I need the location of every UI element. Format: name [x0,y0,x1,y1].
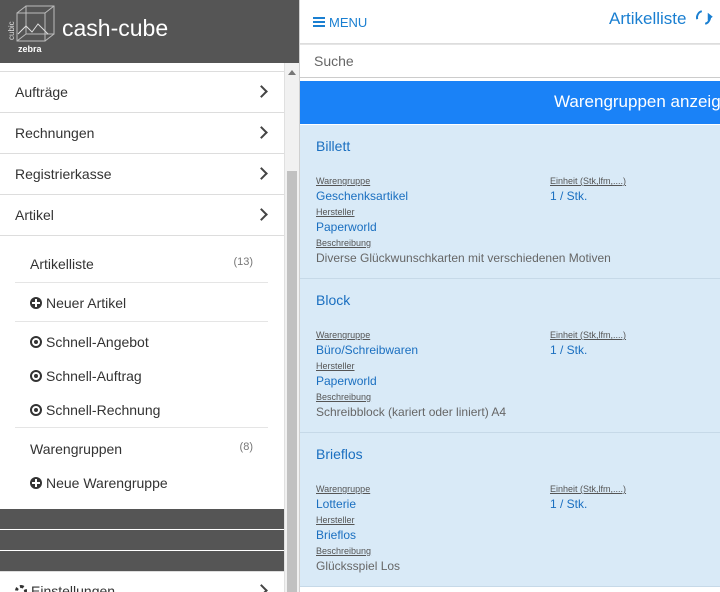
group-label: Warengruppe [316,484,371,494]
article-name: Brieflos [316,446,363,462]
sidebar-item-einstellungen[interactable]: Einstellungen [0,571,284,592]
submenu-item-label: Neuer Artikel [46,295,127,311]
maker-label: Hersteller [316,207,355,217]
group-value: Büro/Schreibwaren [316,343,419,357]
unit-label: Einheit (Stk,lfm,....) [550,176,627,186]
description-value: Schreibblock (kariert oder liniert) A4 [316,405,507,419]
submenu-item-label: Schnell-Rechnung [46,402,161,418]
description-label: Beschreibung [316,392,372,402]
maker-value: Paperworld [316,374,377,388]
refresh-icon[interactable] [693,7,714,28]
description-value: Glücksspiel Los [316,559,401,573]
chevron-right-icon [255,208,268,221]
submenu-item-label: Neue Warengruppe [46,475,168,491]
app-name: cash-cube [62,15,169,41]
unit-value: 1 / Stk. [550,497,588,511]
description-value: Diverse Glückwunschkarten mit verschiede… [316,251,611,265]
sidebar-menu: Aufträge Rechnungen Registrierkasse Arti… [0,63,284,592]
submenu-item-neue-warengruppe[interactable]: Neue Warengruppe [15,463,268,497]
count-badge: (8) [239,441,253,453]
unit-value: 1 / Stk. [550,343,588,357]
description-label: Beschreibung [316,238,372,248]
maker-label: Hersteller [316,515,355,525]
sidebar-item-label: Artikel [15,207,54,223]
sidebar: cubic zebra cash-cube Aufträge Rechnunge… [0,0,299,592]
unit-value: 1 / Stk. [550,189,588,203]
count-badge: (13) [233,256,253,268]
submenu-item-schnell-auftrag[interactable]: Schnell-Auftrag [15,356,268,390]
menu-button[interactable]: MENU [313,11,367,33]
submenu-item-label: Artikelliste [30,256,94,272]
sidebar-scrollbar[interactable] [284,63,299,592]
hamburger-icon [313,17,325,27]
sidebar-item-label: Einstellungen [31,583,116,592]
unit-label: Einheit (Stk,lfm,....) [550,330,627,340]
sidebar-item-rechnungen[interactable]: Rechnungen [0,112,284,153]
group-label: Warengruppe [316,176,371,186]
submenu-item-warengruppen[interactable]: Warengruppen (8) [15,429,268,463]
scrollbar-thumb[interactable] [287,171,297,592]
plus-circle-icon [30,477,42,489]
chevron-right-icon [255,85,268,98]
sidebar-divider [0,530,284,550]
dot-circle-icon [30,404,42,416]
sidebar-item-label: Aufträge [15,84,68,100]
show-groups-button[interactable]: Warengruppen anzeigen [300,81,720,124]
chevron-right-icon [255,167,268,180]
submenu-item-artikelliste[interactable]: Artikelliste (13) [15,244,268,283]
article-card[interactable]: Block Warengruppe Einheit (Stk,lfm,....)… [300,279,720,433]
page-title[interactable]: Artikelliste [609,8,686,30]
unit-label: Einheit (Stk,lfm,....) [550,484,627,494]
article-card[interactable]: Billett Warengruppe Einheit (Stk,lfm,...… [300,125,720,279]
scroll-up-icon[interactable] [288,70,296,75]
submenu-item-schnell-rechnung[interactable]: Schnell-Rechnung [15,390,268,428]
chevron-right-icon [255,584,268,592]
gear-icon [15,585,27,592]
logo-text-bottom: zebra [18,44,43,54]
group-value: Geschenksartikel [316,189,409,203]
sidebar-item-label: Registrierkasse [15,166,112,182]
top-bar: MENU Artikelliste [300,0,720,44]
group-label: Warengruppe [316,330,371,340]
search-bar [300,44,720,78]
description-label: Beschreibung [316,546,372,556]
sidebar-divider [0,551,284,571]
sidebar-item-auftraege[interactable]: Aufträge [0,71,284,112]
submenu-item-neuer-artikel[interactable]: Neuer Artikel [15,283,268,322]
maker-label: Hersteller [316,361,355,371]
submenu-item-label: Schnell-Auftrag [46,368,142,384]
brand-header[interactable]: cubic zebra cash-cube [0,0,299,63]
show-groups-label: Warengruppen anzeigen [554,92,720,111]
article-name: Block [316,292,351,308]
group-value: Lotterie [316,497,357,511]
sidebar-item-registrierkasse[interactable]: Registrierkasse [0,153,284,194]
maker-value: Brieflos [316,528,357,542]
sidebar-divider [0,509,284,529]
submenu-item-label: Warengruppen [30,441,123,457]
menu-button-label: MENU [329,14,368,30]
dot-circle-icon [30,370,42,382]
maker-value: Paperworld [316,220,377,234]
sidebar-item-artikel[interactable]: Artikel [0,194,284,236]
cube-logo-icon: cubic zebra [8,5,55,54]
chevron-right-icon [255,126,268,139]
sidebar-item-label: Rechnungen [15,125,95,141]
submenu-item-schnell-angebot[interactable]: Schnell-Angebot [15,322,268,356]
article-name: Billett [316,138,351,154]
main-content: MENU Artikelliste Warengruppen anzeigen … [299,0,720,592]
dot-circle-icon [30,336,42,348]
plus-circle-icon [30,297,42,309]
logo-text-top: cubic [8,21,16,40]
submenu-item-label: Schnell-Angebot [46,334,149,350]
article-card[interactable]: Brieflos Warengruppe Einheit (Stk,lfm,..… [300,433,720,587]
search-input[interactable] [300,45,720,77]
